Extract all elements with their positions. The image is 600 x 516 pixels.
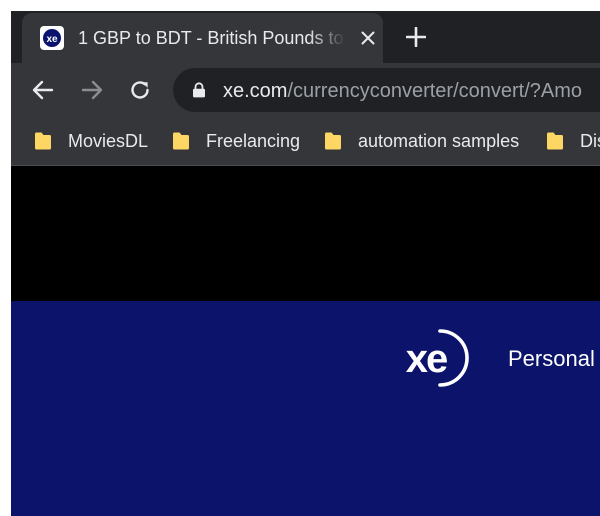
browser-window: xe 1 GBP to BDT - British Pounds to Bang… <box>11 11 600 516</box>
bookmark-dis[interactable]: Dis <box>546 126 600 156</box>
folder-icon <box>35 132 51 150</box>
folder-icon <box>173 132 189 150</box>
reload-icon <box>131 81 149 99</box>
bookmark-label: automation samples <box>358 130 520 151</box>
arrow-right-icon <box>81 80 103 100</box>
bookmark-moviesdl[interactable]: MoviesDL <box>34 126 148 156</box>
address-bar[interactable]: xe.com/currencyconverter/convert/?Amo <box>173 68 600 112</box>
svg-text:xe: xe <box>46 34 58 45</box>
close-icon[interactable] <box>357 27 379 49</box>
tab-title: 1 GBP to BDT - British Pounds to Banglad… <box>78 28 346 48</box>
url-host: xe.com <box>223 80 288 102</box>
browser-toolbar: xe.com/currencyconverter/convert/?Amo <box>11 63 600 116</box>
plus-icon[interactable] <box>403 24 429 50</box>
xe-logo-icon[interactable]: xe <box>396 327 472 389</box>
arrow-left-icon <box>32 80 54 100</box>
back-button[interactable] <box>29 76 57 104</box>
bookmark-label: MoviesDL <box>68 130 149 151</box>
bookmark-label: Dis <box>580 130 600 151</box>
url-path: /currencyconverter/convert/?Amo <box>287 80 583 102</box>
xe-favicon-icon: xe <box>40 26 64 50</box>
reload-button[interactable] <box>126 76 154 104</box>
bookmarks-bar: MoviesDL Freelancing automation samples … <box>11 116 600 166</box>
url-text: xe.com/currencyconverter/convert/?Amo <box>223 79 582 103</box>
nav-personal-link[interactable]: Personal <box>508 346 595 372</box>
folder-icon <box>547 132 563 150</box>
folder-icon <box>325 132 341 150</box>
xe-header: xe Personal <box>11 301 600 516</box>
page-top-band <box>11 166 600 301</box>
bookmark-label: Freelancing <box>206 130 301 151</box>
bookmark-automation-samples[interactable]: automation samples <box>324 126 519 156</box>
svg-text:xe: xe <box>406 337 447 381</box>
lock-icon[interactable] <box>192 82 206 98</box>
tab-strip: xe 1 GBP to BDT - British Pounds to Bang… <box>11 11 600 63</box>
browser-tab[interactable]: xe 1 GBP to BDT - British Pounds to Bang… <box>22 13 383 63</box>
bookmark-freelancing[interactable]: Freelancing <box>172 126 300 156</box>
forward-button[interactable] <box>78 76 106 104</box>
